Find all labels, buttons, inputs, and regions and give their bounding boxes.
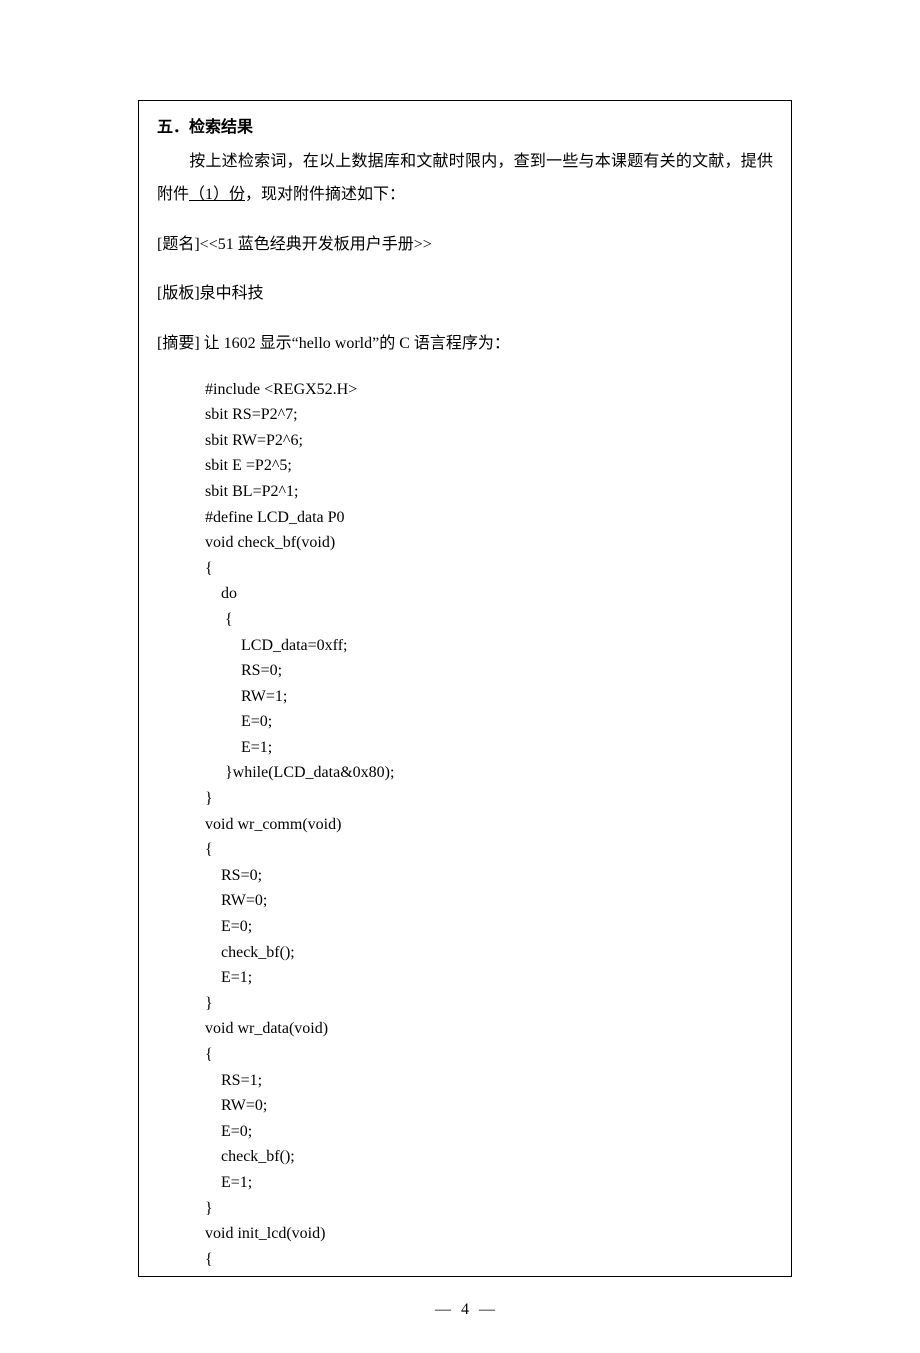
version-label: [版板] — [157, 285, 200, 302]
abstract-line: [摘要] 让 1602 显示“hello world”的 C 语言程序为： — [157, 327, 773, 361]
abstract-text: 让 1602 显示“hello world”的 C 语言程序为： — [200, 335, 510, 352]
page-number-wrap: — 4 — — [138, 1297, 792, 1323]
page: 五．检索结果 按上述检索词，在以上数据库和文献时限内，查到一些与本课题有关的文献… — [0, 0, 920, 1353]
intro-text-post: ，现对附件摘述如下： — [245, 186, 405, 203]
page-number-dash-right: — — [479, 1301, 495, 1318]
intro-underline: （1）份 — [189, 186, 245, 203]
content-box: 五．检索结果 按上述检索词，在以上数据库和文献时限内，查到一些与本课题有关的文献… — [138, 100, 792, 1277]
title-label: [题名] — [157, 236, 200, 253]
section-heading: 五．检索结果 — [157, 115, 773, 141]
page-number-dash-left: — — [435, 1301, 451, 1318]
code-block: #include <REGX52.H> sbit RS=P2^7; sbit R… — [157, 377, 773, 1273]
title-line: [题名]<<51 蓝色经典开发板用户手册>> — [157, 228, 773, 262]
title-value: <<51 蓝色经典开发板用户手册>> — [200, 236, 432, 253]
intro-paragraph: 按上述检索词，在以上数据库和文献时限内，查到一些与本课题有关的文献，提供附件（1… — [157, 145, 773, 212]
abstract-label: [摘要] — [157, 335, 200, 352]
version-value: 泉中科技 — [200, 285, 264, 302]
page-number: 4 — [461, 1297, 469, 1323]
version-line: [版板]泉中科技 — [157, 277, 773, 311]
